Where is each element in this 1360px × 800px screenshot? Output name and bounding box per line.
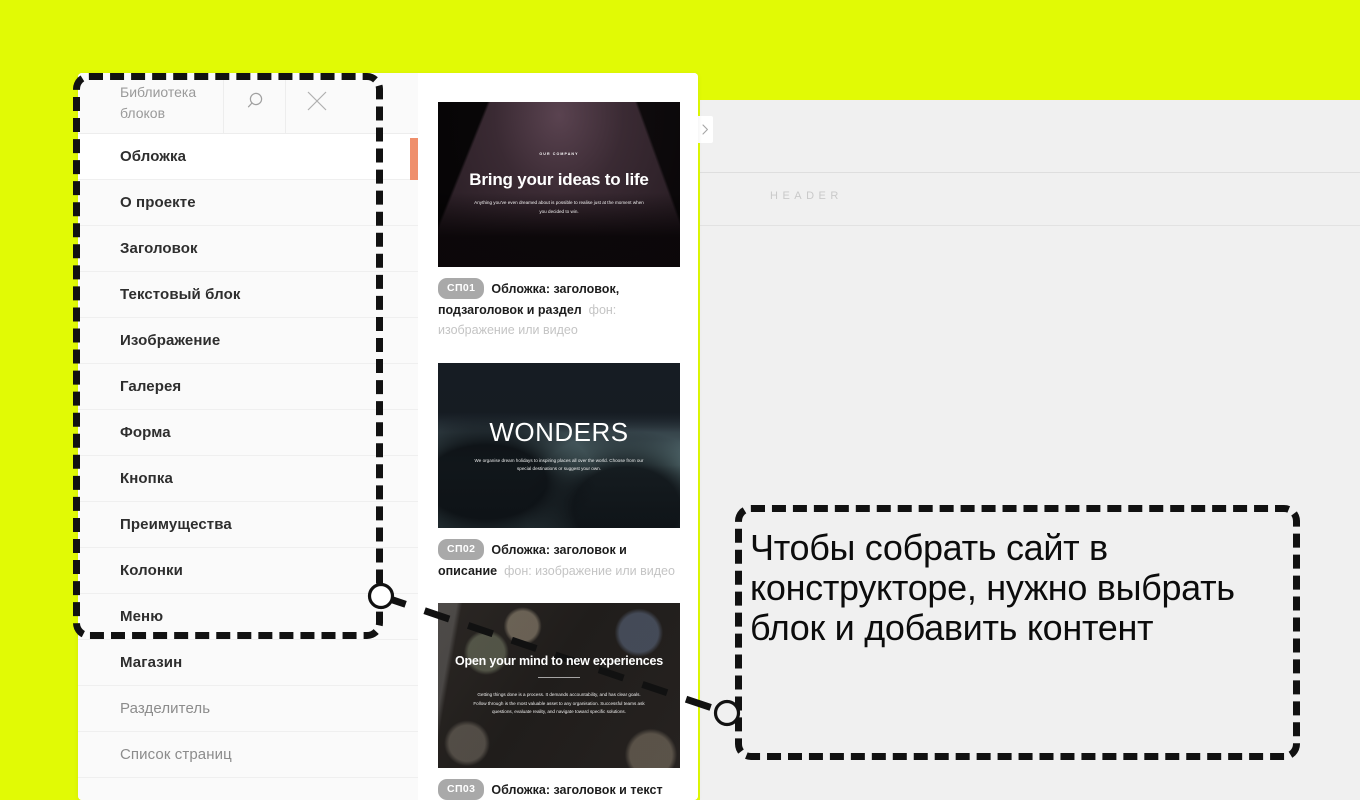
panel-title-line1: Библиотека <box>120 84 197 100</box>
annotation-note-text: Чтобы собрать сайт в конструкторе, нужно… <box>750 527 1235 648</box>
panel-toggle-button[interactable] <box>697 116 713 143</box>
editor-divider-bottom <box>700 225 1360 226</box>
panel-title-line2: блоков <box>120 105 166 121</box>
block-category-item[interactable]: Список страниц <box>78 732 418 778</box>
block-category-item[interactable]: Преимущества <box>78 502 418 548</box>
block-code-badge: СП03 <box>438 779 485 800</box>
thumbnail-eyebrow: OUR COMPANY <box>539 152 579 157</box>
block-category-label: Магазин <box>120 654 183 671</box>
block-code-badge: СП01 <box>438 278 485 300</box>
block-preview-card[interactable]: Open your mind to new experiences Getting… <box>438 603 680 800</box>
block-category-item[interactable]: Текстовый блок <box>78 272 418 318</box>
thumbnail-subtitle: We organise dream holidays to inspiring … <box>474 457 644 472</box>
header-placeholder: HEADER <box>770 190 843 202</box>
block-category-label: Список страниц <box>120 746 232 763</box>
block-category-label: Колонки <box>120 562 183 579</box>
panel-header: Библиотека блоков <box>78 73 418 134</box>
block-category-item[interactable]: Разделитель <box>78 686 418 732</box>
block-preview-thumbnail[interactable]: Open your mind to new experiences Getting… <box>438 603 680 769</box>
block-category-label: Текстовый блок <box>120 286 241 303</box>
block-preview-card[interactable]: WONDERS We organise dream holidays to ins… <box>438 362 680 581</box>
close-button[interactable] <box>285 73 347 133</box>
chevron-right-icon <box>701 124 709 135</box>
thumbnail-title: WONDERS <box>489 416 629 447</box>
block-category-label: Обложка <box>120 148 187 165</box>
block-preview-caption: СП02 Обложка: заголовок и описание фон: и… <box>438 538 680 581</box>
block-code-badge: СП02 <box>438 538 485 561</box>
block-category-list[interactable]: Обложка О проекте Заголовок Текстовый блок И… <box>78 134 421 800</box>
block-category-label: Заголовок <box>120 240 198 257</box>
block-caption-title: Обложка: заголовок и текст <box>491 783 663 798</box>
block-preview-caption: СП03Обложка: заголовок и текст фон: изоб… <box>438 779 680 800</box>
block-preview-thumbnail[interactable]: OUR COMPANY Bring your ideas to life Anyth… <box>438 102 680 267</box>
block-category-label: Кнопка <box>120 470 173 487</box>
thumbnail-subtitle: Anything you've even dreamed about is po… <box>474 200 644 214</box>
block-category-label: Галерея <box>120 378 182 395</box>
block-category-item[interactable]: Форма <box>78 410 418 456</box>
block-category-item[interactable]: О проекте <box>78 180 418 226</box>
block-category-item[interactable]: Обложка <box>78 134 421 182</box>
block-category-label: Меню <box>120 608 164 625</box>
block-preview-card[interactable]: OUR COMPANY Bring your ideas to life Anyth… <box>438 102 680 341</box>
block-category-item[interactable]: Колонки <box>78 548 418 594</box>
block-category-label: Преимущества <box>120 516 232 533</box>
block-category-item[interactable]: Изображение <box>78 318 418 364</box>
block-category-item[interactable]: Галерея <box>78 364 418 410</box>
thumbnail-subtitle: Getting things done is a process. It dem… <box>473 692 645 715</box>
block-category-item[interactable]: Заголовок <box>78 226 418 272</box>
editor-divider-top <box>700 172 1360 173</box>
block-category-label: О проекте <box>120 194 196 211</box>
panel-title: Библиотека блоков <box>78 73 223 133</box>
search-button[interactable] <box>223 73 285 133</box>
block-category-label: Форма <box>120 424 171 441</box>
block-preview-caption: СП01 Обложка: заголовок, подзаголовок и р… <box>438 278 680 341</box>
close-icon <box>305 89 329 118</box>
block-category-label: Разделитель <box>120 700 211 717</box>
block-category-item[interactable]: Меню <box>78 594 418 640</box>
block-preview-column[interactable]: OUR COMPANY Bring your ideas to life Anyth… <box>418 73 698 800</box>
thumbnail-title: Open your mind to new experiences <box>454 654 664 669</box>
search-icon <box>244 90 266 117</box>
editor-canvas <box>700 100 1360 800</box>
block-category-item[interactable]: Кнопка <box>78 456 418 502</box>
block-caption-subtitle: фон: изображение или видео <box>504 563 675 578</box>
blocks-library-panel: Библиотека блоков Обложка О проекте Заголо… <box>78 73 698 800</box>
thumbnail-title: Bring your ideas to life <box>469 170 649 190</box>
thumbnail-divider <box>538 677 580 679</box>
block-category-item[interactable]: Магазин <box>78 640 418 686</box>
block-category-label: Изображение <box>120 332 221 349</box>
block-preview-thumbnail[interactable]: WONDERS We organise dream holidays to ins… <box>438 362 680 528</box>
